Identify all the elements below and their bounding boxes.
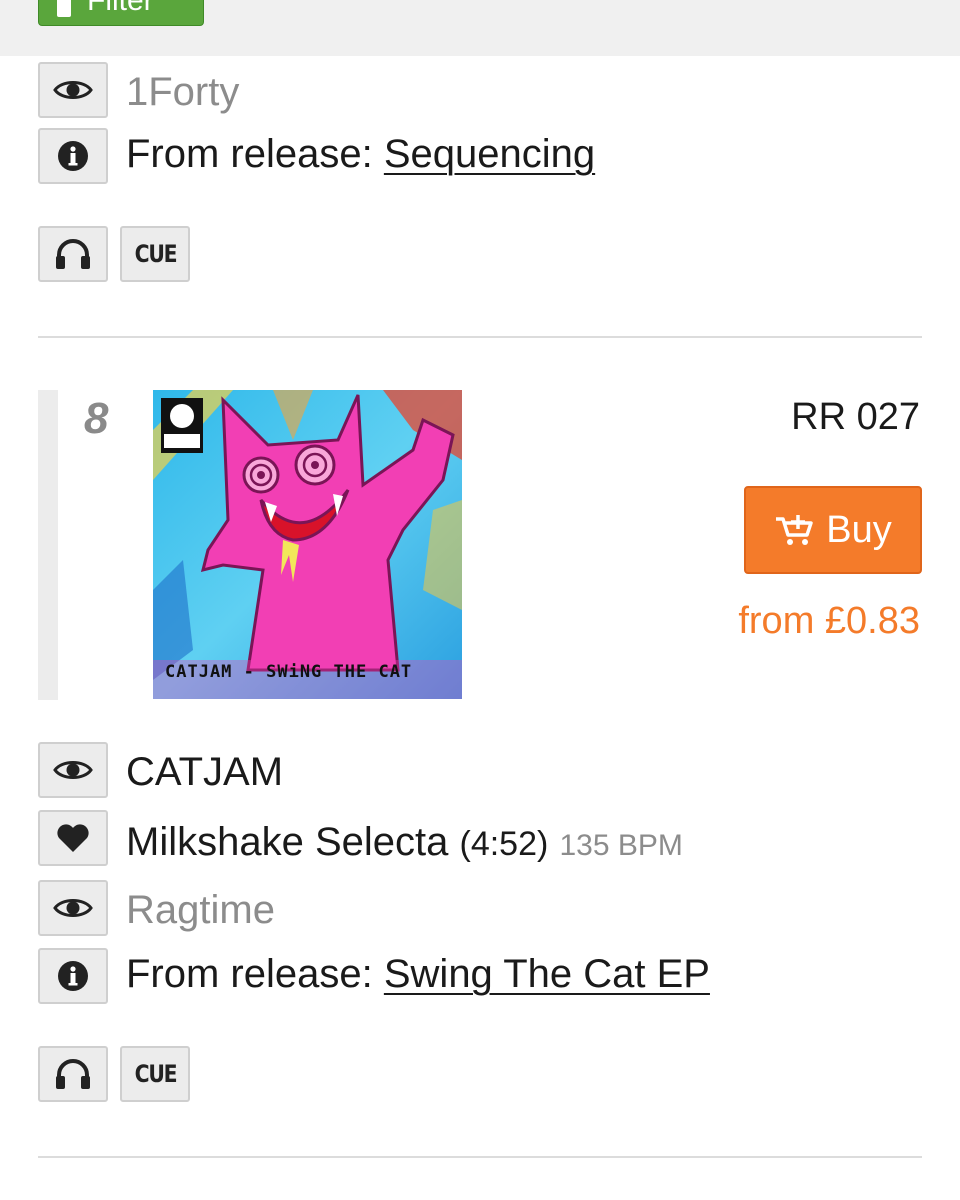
info-icon [58,141,88,171]
track-rank: 8 [84,394,109,443]
release-prefix: From release: [126,132,384,176]
prev-release-row: From release: Sequencing [126,130,595,178]
track-duration: (4:52) [459,825,549,863]
heart-icon [57,824,89,852]
release-prefix: From release: [126,952,384,996]
info-icon [58,961,88,991]
cue-label: CUE [134,240,177,268]
divider [38,1156,922,1158]
track-title: Milkshake Selecta [126,820,449,864]
cover-image [153,390,462,699]
listen-button[interactable] [38,1046,108,1102]
eye-icon [53,899,93,917]
release-info-button[interactable] [38,948,108,1004]
favourite-button[interactable] [38,810,108,866]
divider [38,336,922,338]
track-title-row: Milkshake Selecta (4:52) 135 BPM [126,818,683,870]
eye-icon [53,81,93,99]
filter-button[interactable]: Filter [38,0,204,26]
record-label-name: Ragtime [126,888,275,932]
headphones-icon [56,1059,90,1089]
prev-label-name: 1Forty [126,70,240,114]
release-info-button[interactable] [38,128,108,184]
filter-label: Filter [87,0,154,17]
filter-icon [57,0,71,17]
cover-title-text: CATJAM - SWiNG THE CAT [165,662,413,682]
release-link[interactable]: Swing The Cat EP [384,952,710,996]
artist-name: CATJAM [126,750,284,794]
catalog-number: RR 027 [791,396,920,438]
view-label-button[interactable] [38,62,108,118]
cue-button[interactable]: CUE [120,226,190,282]
view-label-button[interactable] [38,880,108,936]
release-cover-art[interactable]: CATJAM - SWiNG THE CAT [153,390,462,699]
rank-bar [38,390,58,700]
cue-label: CUE [134,1060,177,1088]
track-bpm: 135 BPM [559,829,683,862]
cart-icon [776,515,813,545]
release-row: From release: Swing The Cat EP [126,950,710,998]
buy-button[interactable]: Buy [744,486,922,574]
buy-label: Buy [826,508,892,551]
eye-icon [53,761,93,779]
top-bar: Filter [0,0,960,56]
view-artist-button[interactable] [38,742,108,798]
listen-button[interactable] [38,226,108,282]
prev-release-link[interactable]: Sequencing [384,132,595,176]
cue-button[interactable]: CUE [120,1046,190,1102]
headphones-icon [56,239,90,269]
price: from £0.83 [738,600,920,642]
